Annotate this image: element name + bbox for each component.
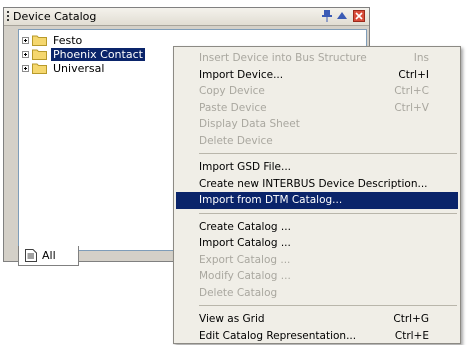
menu-item-insert-device-into-bus-structure[interactable]: Insert Device into Bus Structure Ins xyxy=(176,50,458,67)
menu-item-import-catalog[interactable]: Import Catalog ... xyxy=(176,235,458,252)
tree-item-phoenix-contact[interactable]: Phoenix Contact xyxy=(22,47,145,61)
expand-icon[interactable] xyxy=(22,64,29,72)
menu-item-label: Delete Device xyxy=(199,134,273,147)
close-button[interactable] xyxy=(353,10,365,22)
menu-item-create-catalog[interactable]: Create Catalog ... xyxy=(176,219,458,236)
folder-icon xyxy=(32,35,47,46)
menu-item-shortcut: Ctrl+E xyxy=(394,329,429,342)
tab-label: All xyxy=(42,249,56,262)
menu-item-label: Import GSD File... xyxy=(199,161,291,173)
menu-item-delete-catalog[interactable]: Delete Catalog xyxy=(176,285,458,302)
menu-item-label: Export Catalog ... xyxy=(199,253,291,266)
menu-separator xyxy=(199,153,457,154)
menu-item-import-device[interactable]: Import Device... Ctrl+I xyxy=(176,67,458,84)
expand-icon[interactable] xyxy=(22,50,29,58)
context-menu: Insert Device into Bus Structure Ins Impor… xyxy=(173,46,461,344)
folder-icon xyxy=(32,49,47,60)
menu-item-delete-device[interactable]: Delete Device xyxy=(176,133,458,150)
close-icon xyxy=(355,12,363,20)
folder-icon xyxy=(32,63,47,74)
menu-item-shortcut: Ctrl+G xyxy=(393,313,429,325)
menu-item-label: Display Data Sheet xyxy=(199,118,300,130)
menu-item-label: View as Grid xyxy=(199,313,265,325)
tree-item-label: Phoenix Contact xyxy=(51,47,145,61)
menu-item-import-from-dtm-catalog[interactable]: Import from DTM Catalog... xyxy=(176,192,458,209)
menu-item-label: Import Catalog ... xyxy=(199,237,291,249)
tree-item-festo[interactable]: Festo xyxy=(22,33,84,47)
menu-item-label: Create Catalog ... xyxy=(199,220,291,233)
grip-icon[interactable] xyxy=(7,11,10,21)
menu-item-label: Delete Catalog xyxy=(199,286,278,299)
menu-item-shortcut: Ctrl+C xyxy=(394,85,429,97)
menu-item-label: Paste Device xyxy=(199,101,267,114)
menu-separator xyxy=(199,212,457,214)
menu-item-paste-device[interactable]: Paste Device Ctrl+V xyxy=(176,100,458,117)
arrow-up-icon[interactable] xyxy=(337,11,347,21)
menu-item-view-as-grid[interactable]: View as Grid Ctrl+G xyxy=(176,311,458,328)
menu-item-shortcut: Ins xyxy=(413,52,429,64)
tab-all[interactable]: All xyxy=(18,246,79,266)
menu-item-label: Insert Device into Bus Structure xyxy=(199,52,367,64)
menu-item-edit-catalog-representation[interactable]: Edit Catalog Representation... Ctrl+E xyxy=(176,328,458,345)
menu-item-export-catalog[interactable]: Export Catalog ... xyxy=(176,252,458,269)
panel-titlebar[interactable]: Device Catalog xyxy=(4,8,369,26)
menu-item-display-data-sheet[interactable]: Display Data Sheet xyxy=(176,116,458,133)
menu-item-create-new-interbus-device-description[interactable]: Create new INTERBUS Device Description..… xyxy=(176,176,458,193)
tree-item-label: Universal xyxy=(53,61,105,75)
tree-item-label: Festo xyxy=(53,33,83,47)
expand-icon[interactable] xyxy=(22,36,29,44)
menu-item-label: Import from DTM Catalog... xyxy=(199,194,343,206)
menu-item-import-gsd-file[interactable]: Import GSD File... xyxy=(176,159,458,176)
menu-item-shortcut: Ctrl+I xyxy=(398,68,429,81)
menu-item-modify-catalog[interactable]: Modify Catalog ... xyxy=(176,268,458,285)
menu-separator xyxy=(199,305,457,306)
menu-item-copy-device[interactable]: Copy Device Ctrl+C xyxy=(176,83,458,100)
menu-item-shortcut: Ctrl+V xyxy=(394,101,429,114)
menu-item-label: Import Device... xyxy=(199,68,284,81)
menu-item-label: Copy Device xyxy=(199,85,265,97)
tree-item-universal[interactable]: Universal xyxy=(22,61,106,75)
panel-title: Device Catalog xyxy=(13,10,97,23)
pin-icon[interactable] xyxy=(322,10,332,22)
menu-item-label: Create new INTERBUS Device Description..… xyxy=(199,177,428,190)
menu-item-label: Modify Catalog ... xyxy=(199,270,291,282)
document-icon xyxy=(25,249,37,262)
menu-item-label: Edit Catalog Representation... xyxy=(199,329,357,342)
